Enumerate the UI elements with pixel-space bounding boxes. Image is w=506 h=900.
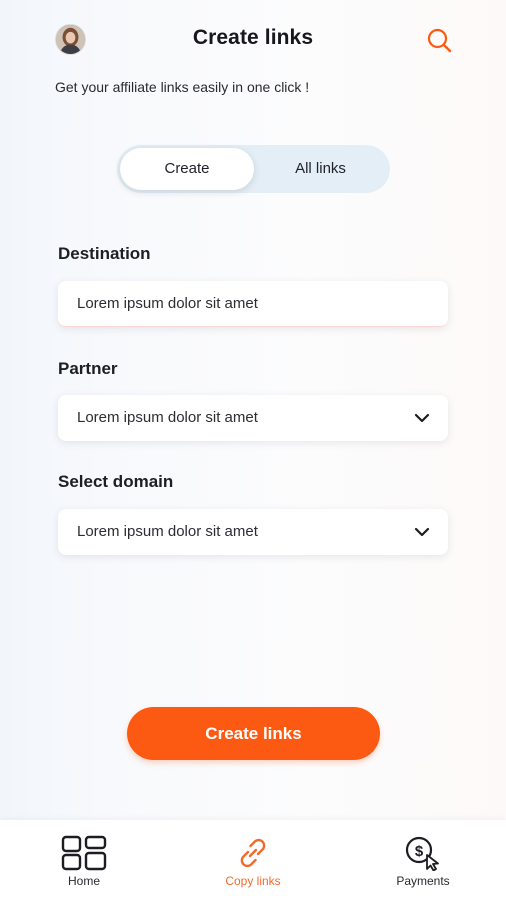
destination-label: Destination (58, 244, 151, 263)
chevron-down-icon (414, 525, 430, 539)
domain-value: Lorem ipsum dolor sit amet (77, 523, 258, 540)
partner-value: Lorem ipsum dolor sit amet (77, 409, 258, 426)
header: Create links (0, 0, 506, 80)
domain-select[interactable]: Lorem ipsum dolor sit amet (58, 509, 448, 555)
partner-select[interactable]: Lorem ipsum dolor sit amet (58, 395, 448, 441)
nav-home[interactable]: Home (34, 820, 134, 900)
nav-home-label: Home (67, 874, 100, 888)
search-icon[interactable] (425, 26, 453, 54)
nav-payments-label: Payments (396, 874, 450, 888)
destination-value: Lorem ipsum dolor sit amet (77, 295, 258, 312)
chevron-down-icon (414, 411, 430, 425)
domain-label: Select domain (58, 472, 174, 491)
page-subtitle: Get your affiliate links easily in one c… (55, 79, 310, 95)
svg-text:$: $ (415, 843, 424, 860)
bottom-nav: Home Copy links $ Payments (0, 820, 506, 900)
nav-payments[interactable]: $ Payments (373, 820, 473, 900)
nav-copy-links-label: Copy links (225, 874, 281, 888)
create-links-button[interactable]: Create links (127, 707, 380, 760)
tab-create[interactable]: Create (120, 148, 254, 190)
nav-copy-links[interactable]: Copy links (203, 820, 303, 900)
dollar-cursor-icon: $ (403, 835, 443, 876)
grid-icon (61, 835, 107, 876)
tab-all-links[interactable]: All links (254, 148, 387, 190)
link-icon (235, 835, 271, 876)
destination-input[interactable]: Lorem ipsum dolor sit amet (58, 281, 448, 327)
partner-label: Partner (58, 359, 118, 378)
segmented-control: Create All links (117, 145, 390, 193)
